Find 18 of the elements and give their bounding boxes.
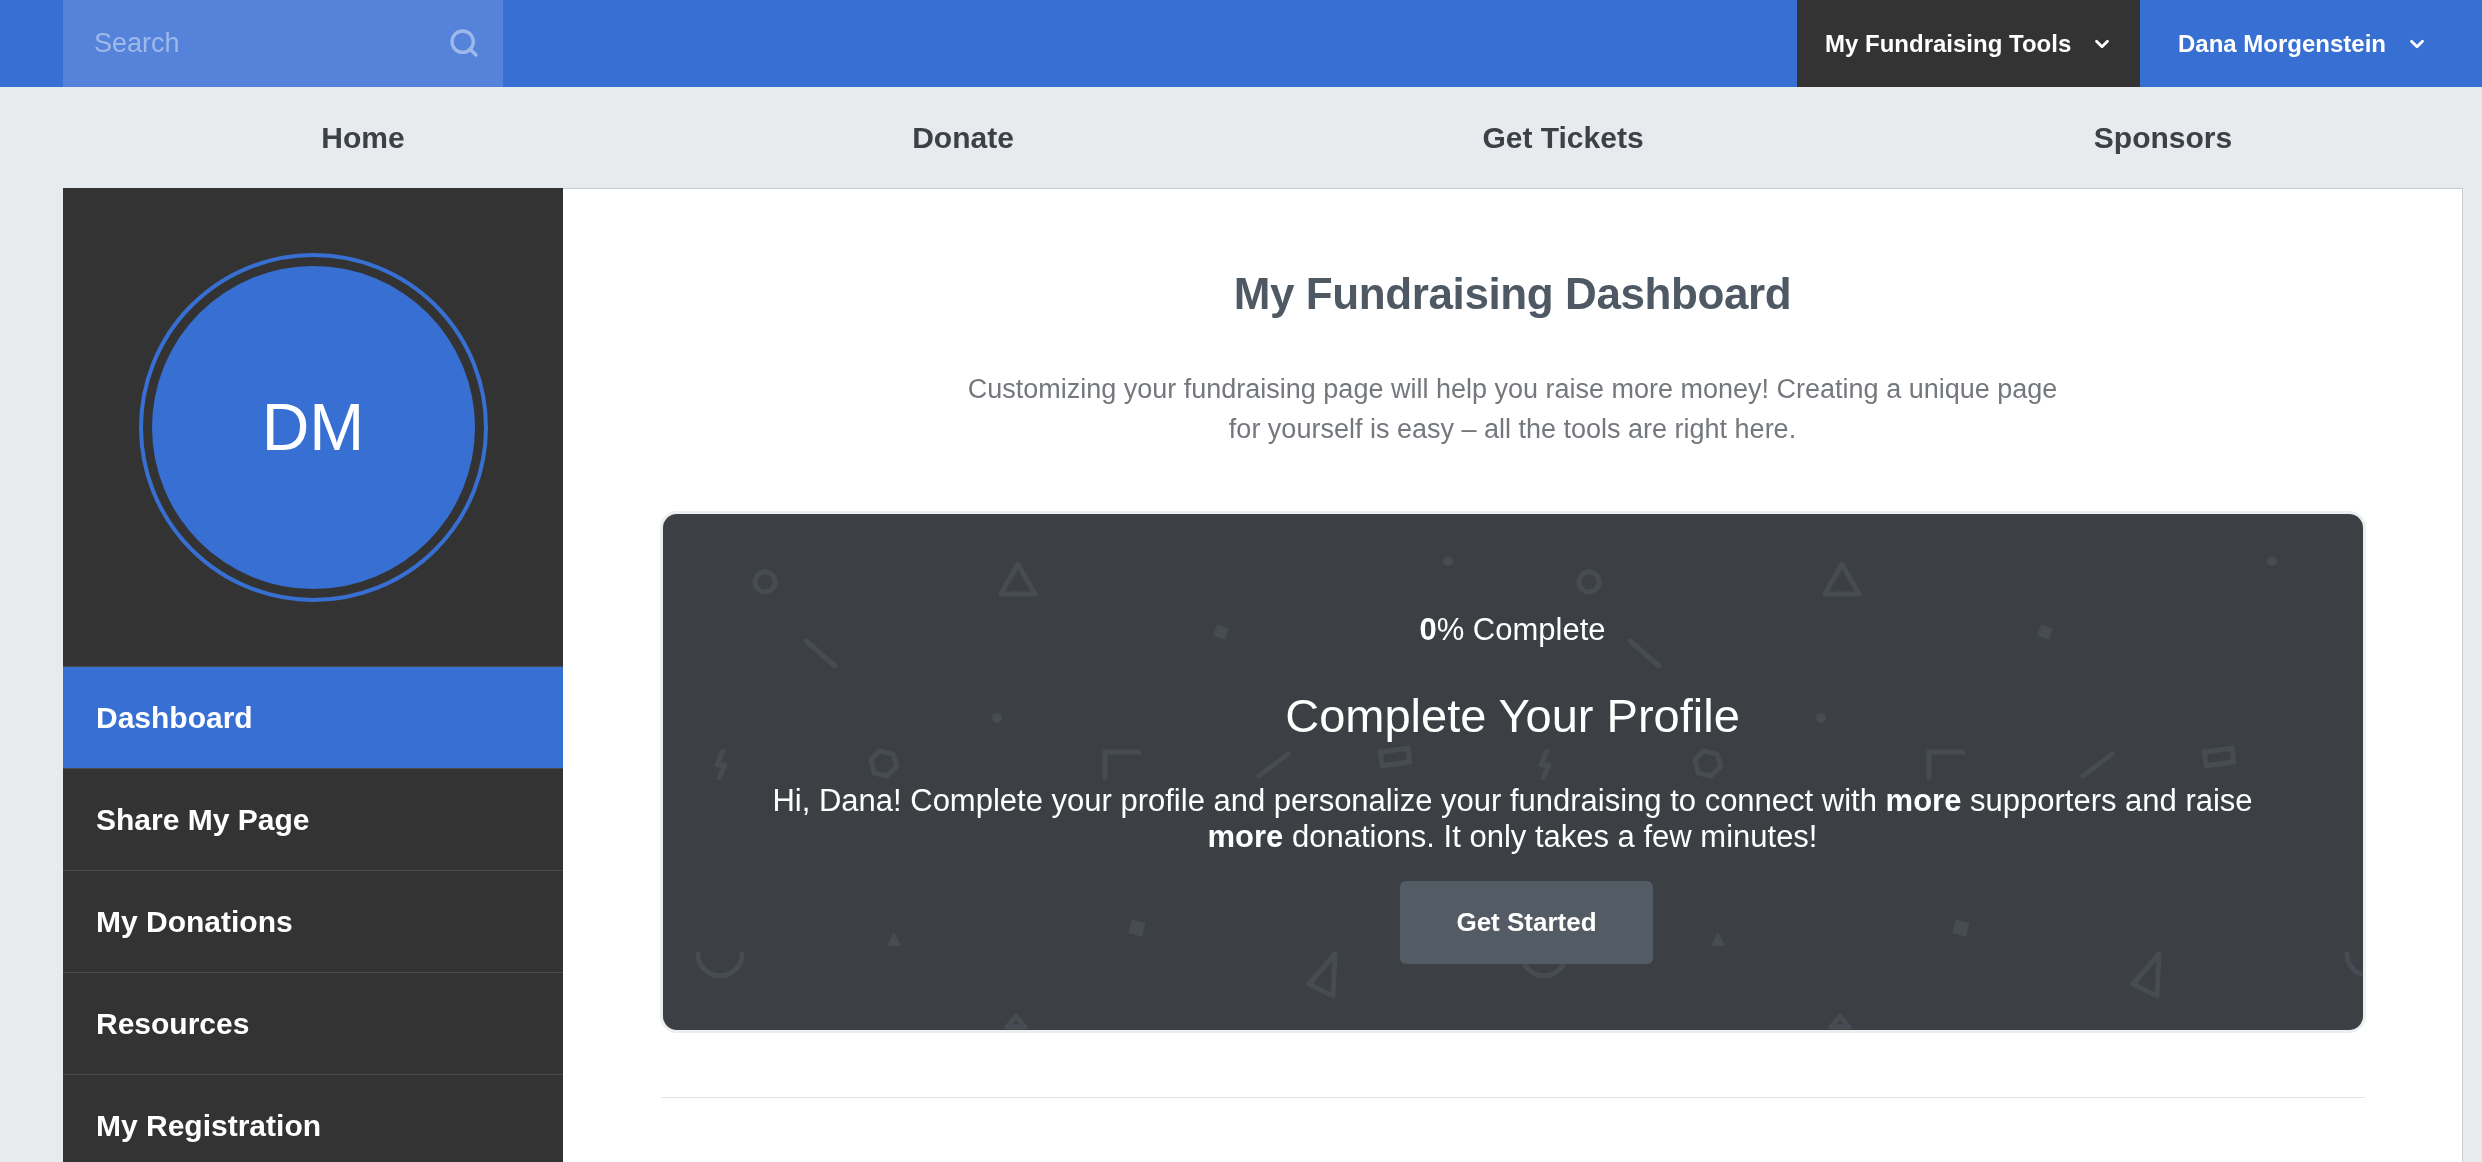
confetti-triangle: [1004, 1013, 1027, 1030]
intro-text: Customizing your fundraising page will help you raise more money! Creating a unique page for yourself is easy – all the tools are right here.: [966, 373, 2059, 446]
top-menu-button[interactable]: My Fundraising Tools: [1797, 0, 2140, 87]
avatar: DM: [138, 252, 488, 602]
confetti-triangle: [1828, 1013, 1851, 1030]
progress-text: 0% Complete: [1419, 611, 1606, 649]
sidebar-item[interactable]: Dashboard: [63, 666, 563, 768]
nav-link[interactable]: Donate: [912, 115, 1014, 160]
get-started-button[interactable]: Get Started: [1400, 881, 1653, 964]
card-message: Hi, Dana! Complete your profile and personalize your fundraising to connect with more supporters and raise more donations. It only takes a few minutes!: [771, 783, 2254, 855]
search-field[interactable]: Search: [63, 0, 503, 87]
search-icon[interactable]: [448, 27, 480, 59]
nav-link[interactable]: Sponsors: [2093, 115, 2233, 160]
nav-link[interactable]: Get Tickets: [1482, 115, 1644, 160]
page-title: My Fundraising Dashboard: [1233, 268, 1792, 320]
nav-link[interactable]: Home: [321, 115, 405, 160]
card-heading: Complete Your Profile: [1285, 690, 1740, 742]
confetti-arc: [2344, 951, 2362, 977]
